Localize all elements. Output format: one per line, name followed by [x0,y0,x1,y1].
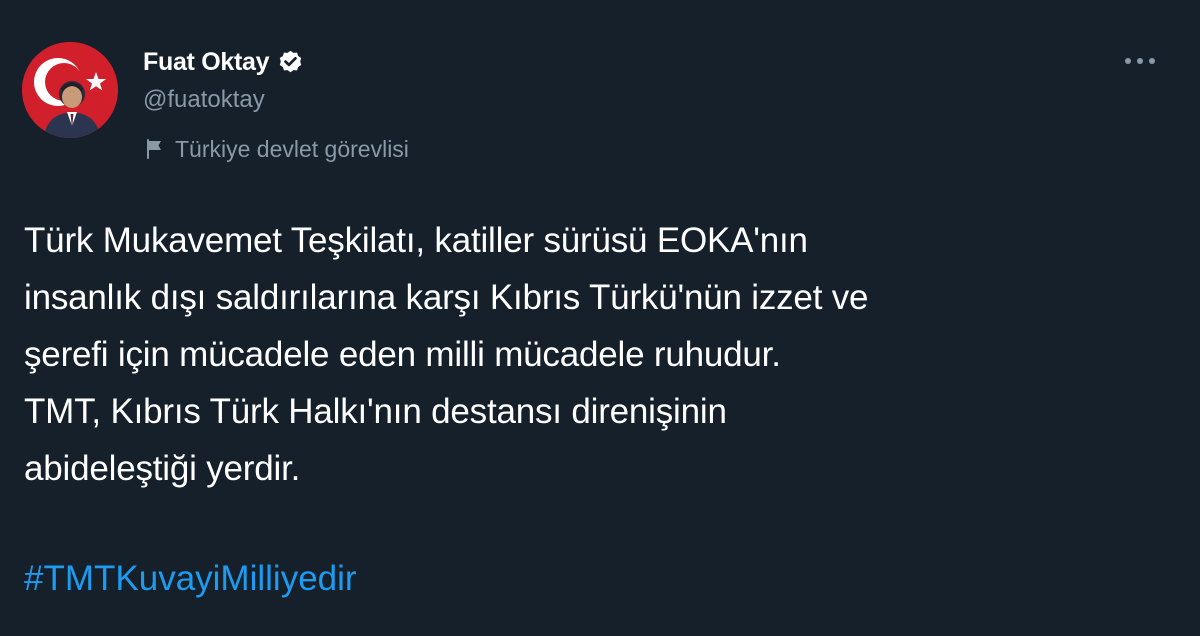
government-label-text: Türkiye devlet görevlisi [175,135,409,162]
tweet-body: Türk Mukavemet Teşkilatı, katiller sürüs… [24,212,1174,497]
tweet-body-line: insanlık dışı saldırılarına karşı Kıbrıs… [24,278,869,317]
more-options-button[interactable] [1120,46,1160,76]
flag-icon [143,137,167,161]
author-name-row: Fuat Oktay [143,44,304,80]
tweet-card: Fuat Oktay @fuatoktay Türkiye devlet gör… [0,0,1200,636]
avatar[interactable] [22,42,118,138]
author-handle[interactable]: @fuatoktay [143,86,265,114]
author-display-name[interactable]: Fuat Oktay [143,48,270,77]
verified-badge-icon [277,49,304,76]
government-label: Türkiye devlet görevlisi [143,134,409,164]
tweet-body-line: şerefi için mücadele eden milli mücadele… [24,335,781,374]
hashtag-link[interactable]: #TMTKuvayiMilliyedir [24,553,357,605]
tweet-body-line: TMT, Kıbrıs Türk Halkı'nın destansı dire… [24,392,727,431]
avatar-image [22,42,118,138]
tweet-body-line: abideleştiği yerdir. [24,449,301,488]
more-options-icon [1125,58,1155,64]
tweet-body-line: Türk Mukavemet Teşkilatı, katiller sürüs… [24,221,808,260]
